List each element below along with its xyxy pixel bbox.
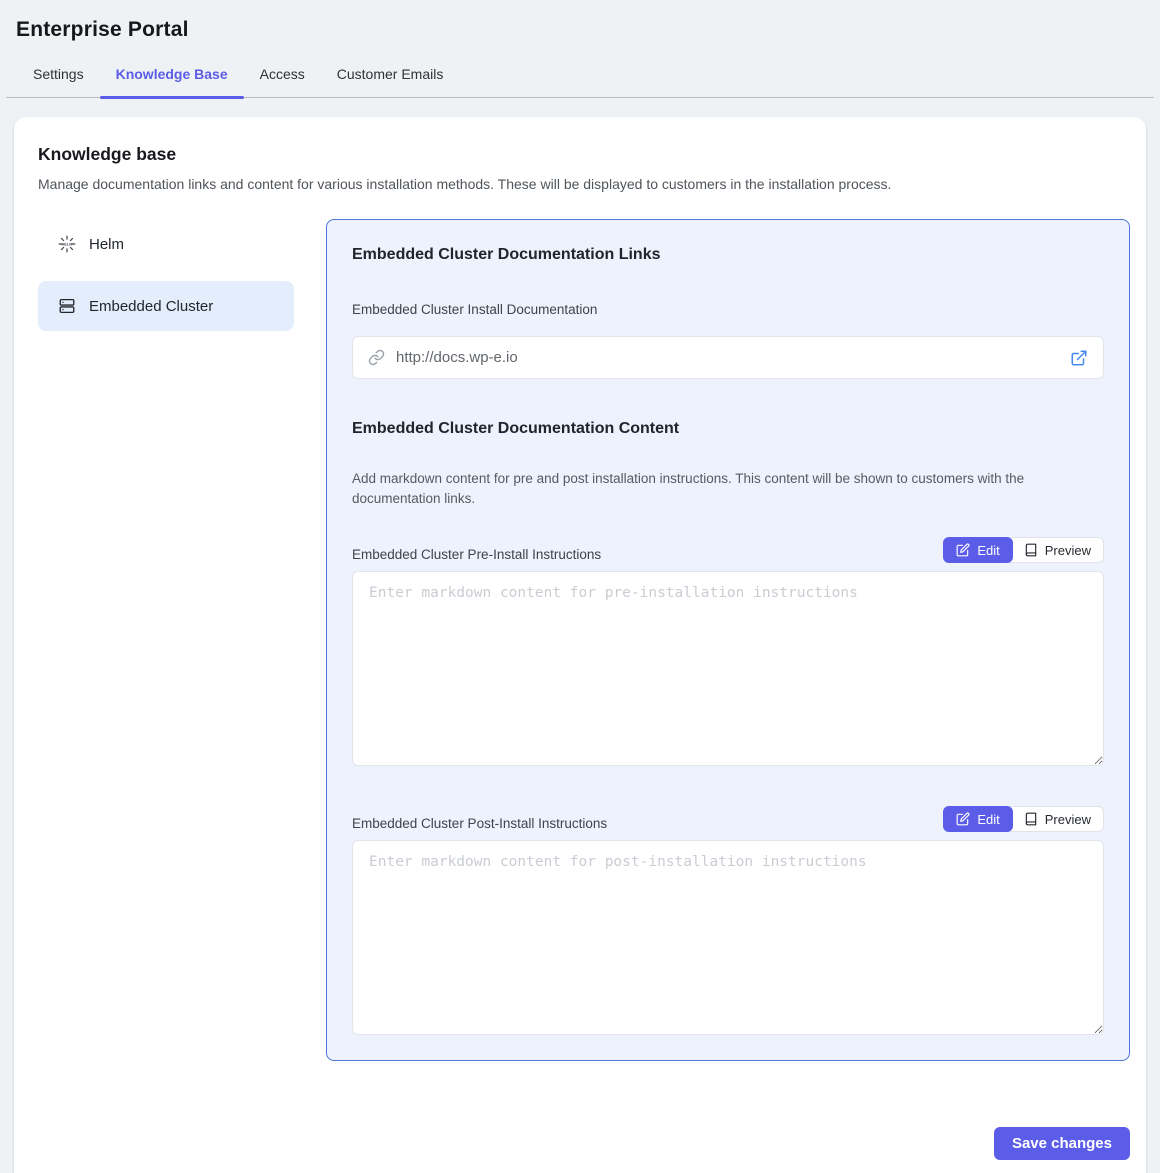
save-changes-button[interactable]: Save changes — [994, 1127, 1130, 1160]
post-install-label-row: Embedded Cluster Post-Install Instructio… — [352, 806, 1104, 832]
sidebar-item-label: Embedded Cluster — [89, 298, 213, 315]
tab-customer-emails[interactable]: Customer Emails — [321, 66, 460, 97]
post-install-mode-toggle: Edit Preview — [943, 806, 1104, 832]
section-title: Knowledge base — [38, 144, 1130, 165]
install-doc-url-input[interactable] — [396, 349, 1059, 366]
doc-content-description: Add markdown content for pre and post in… — [352, 469, 1104, 509]
tab-access[interactable]: Access — [244, 66, 321, 97]
server-stack-icon — [58, 297, 76, 315]
pre-install-mode-toggle: Edit Preview — [943, 537, 1104, 563]
app-header: Enterprise Portal — [0, 0, 1160, 42]
tab-knowledge-base[interactable]: Knowledge Base — [100, 66, 244, 97]
content-row: HELM Helm Embedded Cluster E — [38, 219, 1130, 1061]
doc-content-heading: Embedded Cluster Documentation Content — [352, 419, 1104, 439]
svg-text:HELM: HELM — [61, 241, 72, 246]
sidebar-item-label: Helm — [89, 236, 124, 253]
edit-button-label: Edit — [977, 543, 999, 558]
helm-logo-icon: HELM — [58, 235, 76, 253]
post-install-preview-button[interactable]: Preview — [1010, 806, 1104, 832]
open-external-link-button[interactable] — [1070, 349, 1088, 367]
tab-settings[interactable]: Settings — [17, 66, 100, 97]
pre-install-label: Embedded Cluster Pre-Install Instruction… — [352, 546, 601, 563]
knowledge-base-card: Knowledge base Manage documentation link… — [14, 117, 1146, 1173]
post-install-markdown-textarea[interactable] — [352, 840, 1104, 1035]
embedded-cluster-panel: Embedded Cluster Documentation Links Emb… — [326, 219, 1130, 1061]
edit-button-label: Edit — [977, 812, 999, 827]
preview-button-label: Preview — [1045, 543, 1091, 558]
section-description: Manage documentation links and content f… — [38, 175, 1130, 193]
edit-pencil-icon — [956, 812, 970, 826]
preview-button-label: Preview — [1045, 812, 1091, 827]
install-doc-label: Embedded Cluster Install Documentation — [352, 301, 1104, 318]
pre-install-preview-button[interactable]: Preview — [1010, 537, 1104, 563]
page-title: Enterprise Portal — [16, 18, 1144, 42]
install-doc-url-field — [352, 336, 1104, 379]
sidebar-item-helm[interactable]: HELM Helm — [38, 219, 294, 269]
save-row: Save changes — [38, 1127, 1130, 1160]
post-install-label: Embedded Cluster Post-Install Instructio… — [352, 815, 607, 832]
book-icon — [1024, 543, 1038, 557]
pre-install-edit-button[interactable]: Edit — [943, 537, 1012, 563]
pre-install-label-row: Embedded Cluster Pre-Install Instruction… — [352, 537, 1104, 563]
post-install-edit-button[interactable]: Edit — [943, 806, 1012, 832]
install-method-list: HELM Helm Embedded Cluster — [38, 219, 294, 343]
link-icon — [368, 349, 385, 366]
doc-links-heading: Embedded Cluster Documentation Links — [352, 245, 1104, 265]
book-icon — [1024, 812, 1038, 826]
pre-install-markdown-textarea[interactable] — [352, 571, 1104, 766]
sidebar-item-embedded-cluster[interactable]: Embedded Cluster — [38, 281, 294, 331]
tab-bar: Settings Knowledge Base Access Customer … — [6, 42, 1154, 98]
edit-pencil-icon — [956, 543, 970, 557]
